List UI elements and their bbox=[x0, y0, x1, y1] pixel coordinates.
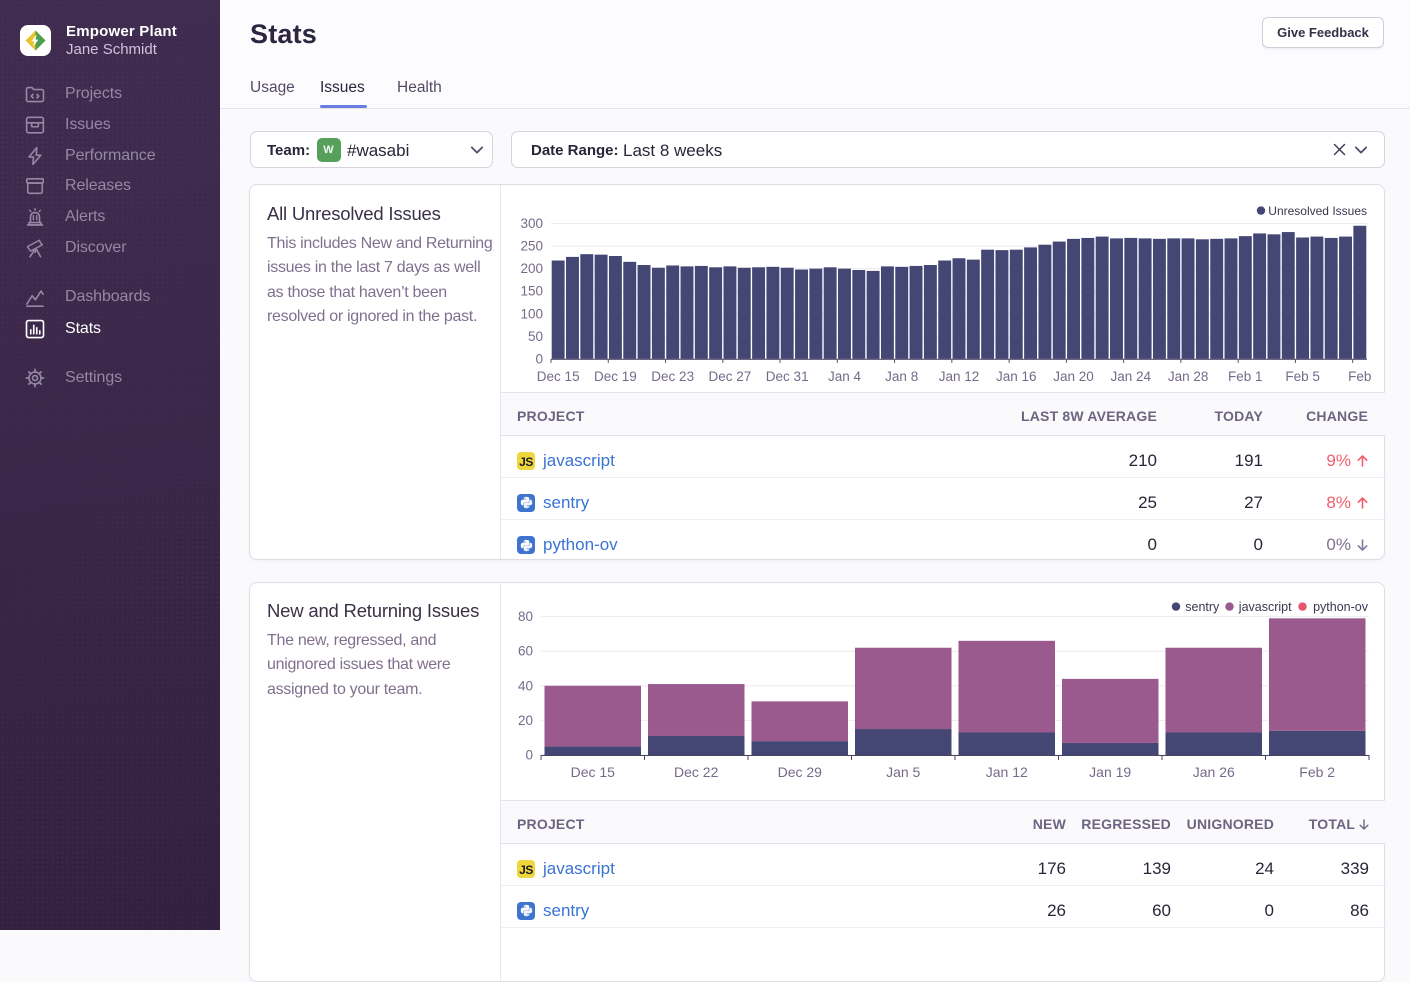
svg-text:Jan 12: Jan 12 bbox=[986, 764, 1028, 780]
svg-text:Dec 15: Dec 15 bbox=[571, 764, 616, 780]
svg-text:Jan 26: Jan 26 bbox=[1193, 764, 1235, 780]
svg-text:150: 150 bbox=[520, 284, 543, 299]
svg-text:Feb: Feb bbox=[1348, 369, 1371, 384]
svg-text:Jan 12: Jan 12 bbox=[939, 369, 980, 384]
svg-text:javascript: javascript bbox=[1238, 600, 1292, 614]
svg-text:Dec 15: Dec 15 bbox=[537, 369, 580, 384]
svg-text:Feb 5: Feb 5 bbox=[1285, 369, 1320, 384]
svg-text:Dec 27: Dec 27 bbox=[709, 369, 752, 384]
svg-text:Dec 19: Dec 19 bbox=[594, 369, 637, 384]
svg-text:80: 80 bbox=[518, 609, 533, 624]
svg-text:Dec 23: Dec 23 bbox=[651, 369, 694, 384]
svg-text:Dec 31: Dec 31 bbox=[766, 369, 809, 384]
svg-text:Jan 16: Jan 16 bbox=[996, 369, 1037, 384]
svg-text:Jan 28: Jan 28 bbox=[1168, 369, 1209, 384]
svg-text:Unresolved Issues: Unresolved Issues bbox=[1268, 204, 1367, 218]
svg-text:Jan 24: Jan 24 bbox=[1111, 369, 1152, 384]
svg-text:sentry: sentry bbox=[1185, 600, 1220, 614]
svg-text:250: 250 bbox=[520, 239, 543, 254]
svg-text:0: 0 bbox=[535, 351, 543, 366]
svg-text:60: 60 bbox=[518, 644, 533, 659]
svg-text:200: 200 bbox=[520, 261, 543, 276]
svg-text:50: 50 bbox=[528, 329, 543, 344]
svg-text:Feb 2: Feb 2 bbox=[1299, 764, 1335, 780]
svg-text:20: 20 bbox=[518, 713, 533, 728]
svg-text:python-ov: python-ov bbox=[1313, 600, 1369, 614]
svg-text:Jan 5: Jan 5 bbox=[886, 764, 920, 780]
svg-text:100: 100 bbox=[520, 306, 543, 321]
svg-text:Jan 19: Jan 19 bbox=[1089, 764, 1131, 780]
svg-text:300: 300 bbox=[520, 216, 543, 231]
svg-text:Dec 22: Dec 22 bbox=[674, 764, 719, 780]
svg-text:Jan 8: Jan 8 bbox=[885, 369, 918, 384]
svg-text:Feb 1: Feb 1 bbox=[1228, 369, 1263, 384]
svg-text:Jan 20: Jan 20 bbox=[1053, 369, 1094, 384]
svg-text:0: 0 bbox=[525, 748, 533, 763]
svg-text:Dec 29: Dec 29 bbox=[778, 764, 823, 780]
svg-text:Jan 4: Jan 4 bbox=[828, 369, 862, 384]
svg-text:40: 40 bbox=[518, 678, 533, 693]
